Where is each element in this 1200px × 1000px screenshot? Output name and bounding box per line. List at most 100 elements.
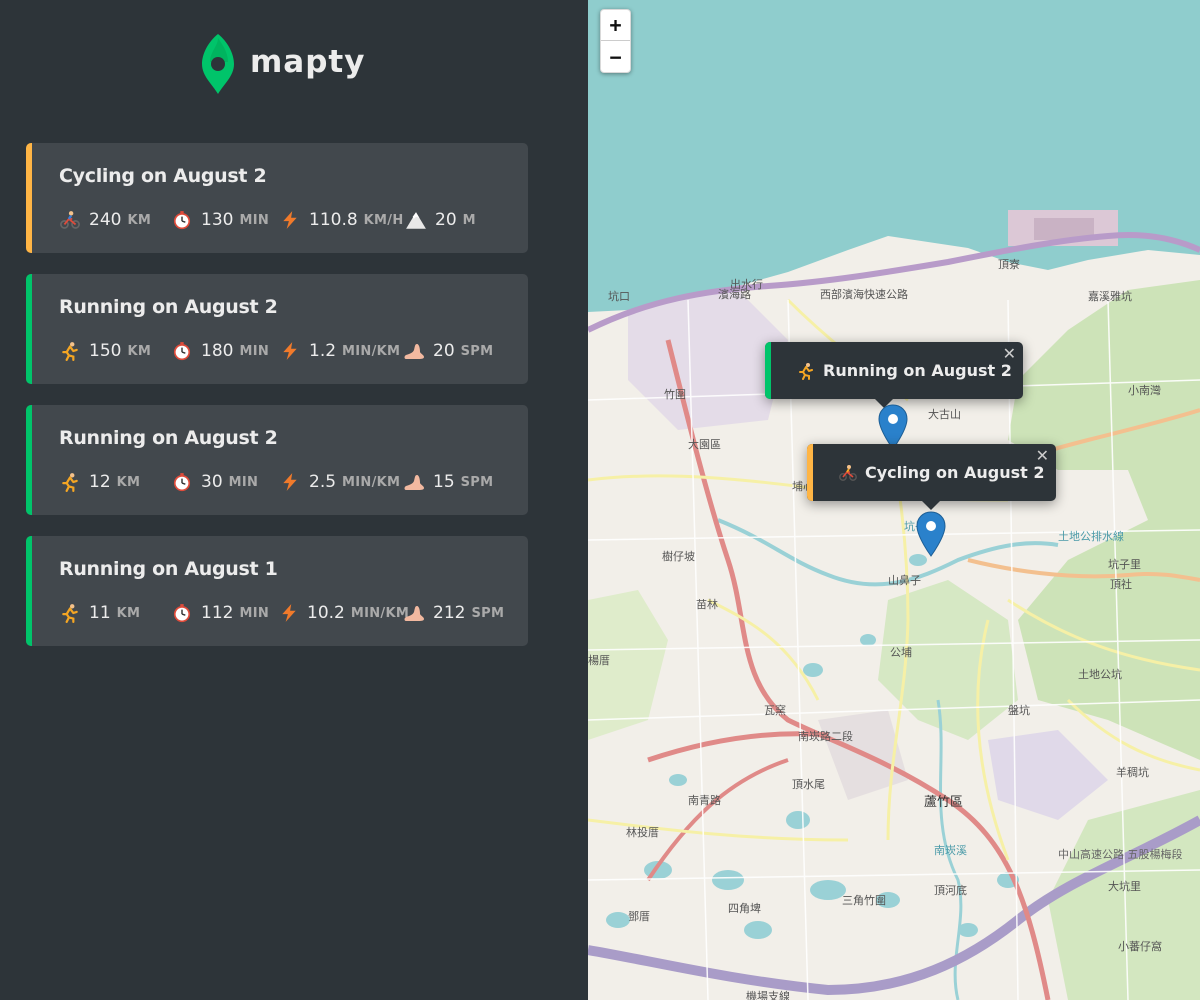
zoom-out-button[interactable]: − bbox=[601, 41, 630, 72]
workout-popup-running[interactable]: Running on August 2 ✕ bbox=[765, 342, 1023, 408]
workout-detail: 240 KM bbox=[59, 209, 171, 231]
map-label: 苗林 bbox=[696, 597, 718, 611]
map-label: 頂寮 bbox=[998, 257, 1020, 271]
workout-detail-value: 30 bbox=[201, 472, 223, 492]
workout-detail: 15 SPM bbox=[403, 471, 493, 493]
map-pin-logo-icon bbox=[202, 34, 234, 94]
workout-detail-unit: MIN/KM bbox=[342, 474, 401, 490]
map-label: 盤坑 bbox=[1008, 703, 1030, 717]
workout-title: Running on August 1 bbox=[59, 558, 278, 580]
workout-details: 150 KM 180 MIN 1.2 MIN/KM 20 SPM bbox=[59, 339, 528, 363]
map-label: 楊厝 bbox=[588, 653, 610, 667]
map-label: 小蕃仔窩 bbox=[1118, 939, 1162, 953]
lightning-icon bbox=[279, 602, 299, 624]
map-label: 大古山 bbox=[928, 407, 961, 421]
workout-title: Running on August 2 bbox=[59, 296, 278, 318]
map-label: 土地公排水線 bbox=[1058, 529, 1124, 543]
workout-detail-unit: MIN bbox=[228, 474, 259, 490]
map[interactable]: 濱海路 西部濱海快速公路 出水行 頂寮 嘉溪雅坑 大古山 小南灣 蘆竹區 土地公… bbox=[588, 0, 1200, 1000]
workout-detail: 1.2 MIN/KM bbox=[279, 340, 403, 362]
foot-icon bbox=[403, 602, 425, 624]
map-label: 南崁路二段 bbox=[798, 729, 853, 743]
map-label: 三角竹圍 bbox=[842, 893, 886, 907]
workout-detail-unit: MIN/KM bbox=[342, 343, 401, 359]
workout-card-running[interactable]: Running on August 1 11 KM 112 MIN 10.2 MIN/KM 2… bbox=[26, 536, 528, 646]
workout-detail-unit: KM bbox=[116, 605, 141, 621]
cyclist-icon bbox=[59, 209, 81, 231]
workout-detail-value: 212 bbox=[433, 603, 466, 623]
lightning-icon bbox=[279, 471, 301, 493]
workout-card-cycling[interactable]: Cycling on August 2 240 KM 130 MIN 110.8 KM/H 2… bbox=[26, 143, 528, 253]
popup-label: Running on August 2 bbox=[823, 361, 1012, 380]
workout-detail: 112 MIN bbox=[171, 602, 279, 624]
map-label: 頂河底 bbox=[934, 883, 967, 897]
map-label: 小南灣 bbox=[1128, 384, 1161, 397]
mountain-icon bbox=[405, 209, 427, 231]
map-label: 大坑里 bbox=[1108, 879, 1141, 893]
workout-detail-unit: SPM bbox=[460, 343, 494, 359]
workout-detail-value: 15 bbox=[433, 472, 455, 492]
workout-detail-value: 240 bbox=[89, 210, 122, 230]
map-label: 西部濱海快速公路 bbox=[820, 287, 908, 301]
workout-detail-value: 1.2 bbox=[309, 341, 337, 361]
workout-detail: 180 MIN bbox=[171, 340, 279, 362]
workout-detail: 20 SPM bbox=[403, 340, 493, 362]
map-label: 出水行 bbox=[730, 277, 763, 291]
workout-title: Running on August 2 bbox=[59, 427, 278, 449]
app-logo: mapty bbox=[200, 32, 365, 96]
workout-detail: 2.5 MIN/KM bbox=[279, 471, 403, 493]
map-label: 嘉溪雅坑 bbox=[1088, 289, 1132, 303]
map-label: 樹仔坡 bbox=[662, 550, 695, 563]
workout-popup-cycling[interactable]: Cycling on August 2 ✕ bbox=[807, 444, 1056, 510]
map-label: 公埔 bbox=[890, 646, 912, 659]
popup-close-button[interactable]: ✕ bbox=[1003, 344, 1016, 363]
workout-card-running[interactable]: Running on August 2 150 KM 180 MIN 1.2 MIN/KM 2… bbox=[26, 274, 528, 384]
map-label: 頂水尾 bbox=[792, 778, 825, 791]
map-label: 中山高速公路 五股楊梅段 bbox=[1058, 847, 1183, 861]
workout-list: Cycling on August 2 240 KM 130 MIN 110.8 KM/H 2… bbox=[26, 143, 528, 667]
map-label: 林投厝 bbox=[626, 825, 659, 839]
map-label: 機場支線 bbox=[746, 989, 790, 1000]
popup-label: Cycling on August 2 bbox=[865, 463, 1045, 482]
runner-icon bbox=[59, 340, 81, 362]
workout-detail: 150 KM bbox=[59, 340, 171, 362]
map-label: 南崁溪 bbox=[934, 844, 967, 857]
map-label: 頂社 bbox=[1110, 577, 1132, 591]
stopwatch-icon bbox=[171, 209, 193, 231]
map-marker-icon[interactable] bbox=[916, 511, 946, 557]
workout-detail-unit: MIN bbox=[239, 212, 270, 228]
workout-detail: 30 MIN bbox=[171, 471, 279, 493]
workout-detail-value: 20 bbox=[435, 210, 457, 230]
workout-detail: 12 KM bbox=[59, 471, 171, 493]
cyclist-icon bbox=[839, 464, 857, 482]
map-label: 四角埤 bbox=[728, 902, 761, 915]
workout-detail-value: 12 bbox=[89, 472, 111, 492]
runner-icon bbox=[59, 602, 81, 624]
workout-detail-value: 150 bbox=[89, 341, 122, 361]
runner-icon bbox=[797, 362, 815, 380]
map-label: 坑口 bbox=[608, 289, 630, 303]
workout-detail-unit: MIN bbox=[239, 343, 270, 359]
sidebar: mapty Cycling on August 2 240 KM 130 MIN 110.… bbox=[0, 0, 588, 1000]
map-label: 山鼻子 bbox=[888, 573, 921, 587]
workout-detail-unit: MIN/KM bbox=[350, 605, 410, 621]
workout-detail-value: 180 bbox=[201, 341, 234, 361]
workout-detail-value: 110.8 bbox=[309, 210, 358, 230]
runner-icon bbox=[59, 471, 81, 493]
workout-detail-unit: KM bbox=[127, 343, 152, 359]
workout-details: 11 KM 112 MIN 10.2 MIN/KM 212 SPM bbox=[59, 601, 528, 625]
stopwatch-icon bbox=[171, 471, 193, 493]
workout-detail: 20 M bbox=[405, 209, 485, 231]
map-label: 土地公坑 bbox=[1078, 667, 1122, 681]
foot-icon bbox=[403, 340, 425, 362]
zoom-in-button[interactable]: + bbox=[601, 10, 630, 41]
workout-title: Cycling on August 2 bbox=[59, 165, 267, 187]
map-label: 瓦窯 bbox=[764, 703, 786, 717]
map-label: 坑子里 bbox=[1108, 557, 1141, 571]
workout-detail: 11 KM bbox=[59, 602, 171, 624]
zoom-control: + − bbox=[600, 9, 631, 73]
workout-card-running[interactable]: Running on August 2 12 KM 30 MIN 2.5 MIN/KM 15 S… bbox=[26, 405, 528, 515]
popup-close-button[interactable]: ✕ bbox=[1036, 446, 1049, 465]
map-label: 鄧厝 bbox=[628, 910, 650, 923]
app-name: mapty bbox=[250, 44, 366, 80]
